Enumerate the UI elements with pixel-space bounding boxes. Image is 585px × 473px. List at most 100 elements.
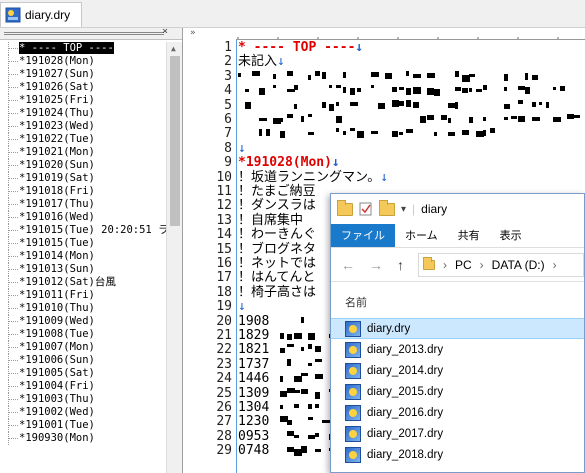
tree-item[interactable]: *191017(Thu) <box>0 198 166 211</box>
redaction-block <box>287 420 292 426</box>
ribbon-tab[interactable]: 共有 <box>448 224 490 247</box>
redaction-block <box>322 420 330 424</box>
tree-item[interactable]: *191018(Fri) <box>0 185 166 198</box>
file-item[interactable]: diary_2015.dry <box>331 381 584 402</box>
tree-item[interactable]: *191022(Tue) <box>0 133 166 146</box>
tree-scrollbar[interactable]: ▲ <box>166 42 182 473</box>
tree-item[interactable]: *191015(Tue) <box>0 237 166 250</box>
file-item[interactable]: diary_2014.dry <box>331 360 584 381</box>
properties-icon[interactable] <box>359 202 373 216</box>
file-item[interactable]: diary_2016.dry <box>331 402 584 423</box>
tree-connector <box>8 242 18 244</box>
tree-item[interactable]: *191013(Sun) <box>0 263 166 276</box>
editor-line[interactable]: 1 * ---- TOP ----↓ <box>184 40 585 55</box>
tree-item[interactable]: *191028(Mon) <box>0 55 166 68</box>
line-text: ！ネットでは <box>238 256 316 271</box>
file-item[interactable]: diary_2013.dry <box>331 339 584 360</box>
redaction-block <box>301 446 307 454</box>
tree-connector <box>8 216 18 218</box>
ribbon-tab[interactable]: ホーム <box>395 224 448 247</box>
redaction-block <box>287 358 291 366</box>
tree-item[interactable]: *191007(Mon) <box>0 341 166 354</box>
tree-item[interactable]: *191021(Mon) <box>0 146 166 159</box>
tree-item[interactable]: *191001(Tue) <box>0 419 166 432</box>
address-segment-drive[interactable]: DATA (D:) <box>492 258 545 272</box>
file-item[interactable]: diary_2018.dry <box>331 444 584 465</box>
redaction-block <box>308 434 315 439</box>
scroll-up-icon[interactable]: ▲ <box>171 44 176 53</box>
line-text: 1829 <box>238 328 269 343</box>
tree-connector <box>8 424 18 426</box>
tree-item[interactable]: *191009(Wed) <box>0 315 166 328</box>
tree-item[interactable]: *191003(Thu) <box>0 393 166 406</box>
ribbon-tab[interactable]: 表示 <box>490 224 532 247</box>
tree-connector <box>8 99 18 101</box>
editor-line[interactable]: 2 未記入↓ <box>184 54 585 69</box>
redaction-block <box>483 85 487 91</box>
address-bar[interactable]: › PC › DATA (D:) › <box>418 252 584 277</box>
chevron-right-icon: › <box>479 257 484 272</box>
line-number: 29 <box>216 443 232 459</box>
tree-item[interactable]: *191011(Fri) <box>0 289 166 302</box>
editor-line[interactable]: 8 ↓ <box>184 141 585 156</box>
tree-item[interactable]: *191006(Sun) <box>0 354 166 367</box>
tree-item[interactable]: *191014(Mon) <box>0 250 166 263</box>
back-button[interactable]: ← <box>341 257 355 273</box>
tree-item-label: *191017(Thu) <box>19 198 95 210</box>
tree-item-label: *191012(Sat)台風 <box>19 276 116 288</box>
tree-connector <box>8 151 18 153</box>
redaction-block <box>315 70 320 76</box>
tree-item[interactable]: *190930(Mon) <box>0 432 166 445</box>
ribbon-tab[interactable]: ファイル <box>331 224 395 247</box>
tree-connector <box>8 190 18 192</box>
scroll-thumb[interactable] <box>170 56 180 226</box>
line-text: ↓ <box>238 299 246 314</box>
tree-item[interactable]: *191005(Sat) <box>0 367 166 380</box>
tree-item[interactable]: *191016(Wed) <box>0 211 166 224</box>
pane-grip[interactable] <box>4 32 164 35</box>
close-icon[interactable]: × <box>162 28 168 37</box>
up-button[interactable]: ↑ <box>397 257 404 273</box>
line-number: 11 <box>216 184 232 199</box>
tree-item-label: *191010(Thu) <box>19 302 95 314</box>
tree-item[interactable]: *191002(Wed) <box>0 406 166 419</box>
tree-item[interactable]: *191019(Sat) <box>0 172 166 185</box>
tree-item[interactable]: *191026(Sat) <box>0 81 166 94</box>
file-item[interactable]: diary.dry <box>331 318 584 339</box>
chevron-right-icon: › <box>552 257 557 272</box>
explorer-window[interactable]: ▾ | diary ファイル ホーム 共有 表示 ← → ↑ › PC › DATA … <box>330 193 585 473</box>
tree-item[interactable]: *191008(Tue) <box>0 328 166 341</box>
outline-tree[interactable]: × * ---- TOP ---- *191028(Mon) *191027(Sun… <box>0 28 183 473</box>
address-segment-pc[interactable]: PC <box>455 258 472 272</box>
new-folder-icon[interactable] <box>379 199 395 216</box>
line-content: *191028(Mon) <box>238 155 332 171</box>
redaction-block <box>427 115 434 120</box>
tree-item[interactable]: *191010(Thu) <box>0 302 166 315</box>
tree-item[interactable]: *191027(Sun) <box>0 68 166 81</box>
redaction-block <box>399 87 404 91</box>
editor-line[interactable]: 7 <box>184 126 585 141</box>
tree-item[interactable]: *191025(Fri) <box>0 94 166 107</box>
line-text: *191028(Mon)↓ <box>238 155 340 170</box>
redaction-block <box>441 115 447 120</box>
redaction-block <box>280 405 283 409</box>
tree-item[interactable]: *191023(Wed) <box>0 120 166 133</box>
quick-access-dropdown-icon[interactable]: ▾ <box>401 204 406 215</box>
tree-item[interactable]: *191004(Fri) <box>0 380 166 393</box>
tree-item[interactable]: * ---- TOP ---- <box>0 42 166 55</box>
redaction-block <box>553 117 561 122</box>
editor-line[interactable]: 10 ！坂道ランニングマン。↓ <box>184 170 585 185</box>
column-header-name[interactable]: 名前 <box>331 288 584 318</box>
file-item[interactable]: diary_2017.dry <box>331 423 584 444</box>
tree-item[interactable]: *191020(Sun) <box>0 159 166 172</box>
redaction-block <box>434 89 440 97</box>
tree-connector <box>8 346 18 348</box>
forward-button[interactable]: → <box>369 257 383 273</box>
editor-line[interactable]: 9 *191028(Mon)↓ <box>184 155 585 170</box>
line-text: 未記入↓ <box>238 54 285 69</box>
line-number: 10 <box>216 169 232 185</box>
tree-item[interactable]: *191015(Tue) 20:20:51 ラ <box>0 224 169 237</box>
tree-item[interactable]: *191024(Thu) <box>0 107 166 120</box>
tree-item[interactable]: *191012(Sat)台風 <box>0 276 166 289</box>
document-tab[interactable]: diary.dry <box>0 2 82 27</box>
